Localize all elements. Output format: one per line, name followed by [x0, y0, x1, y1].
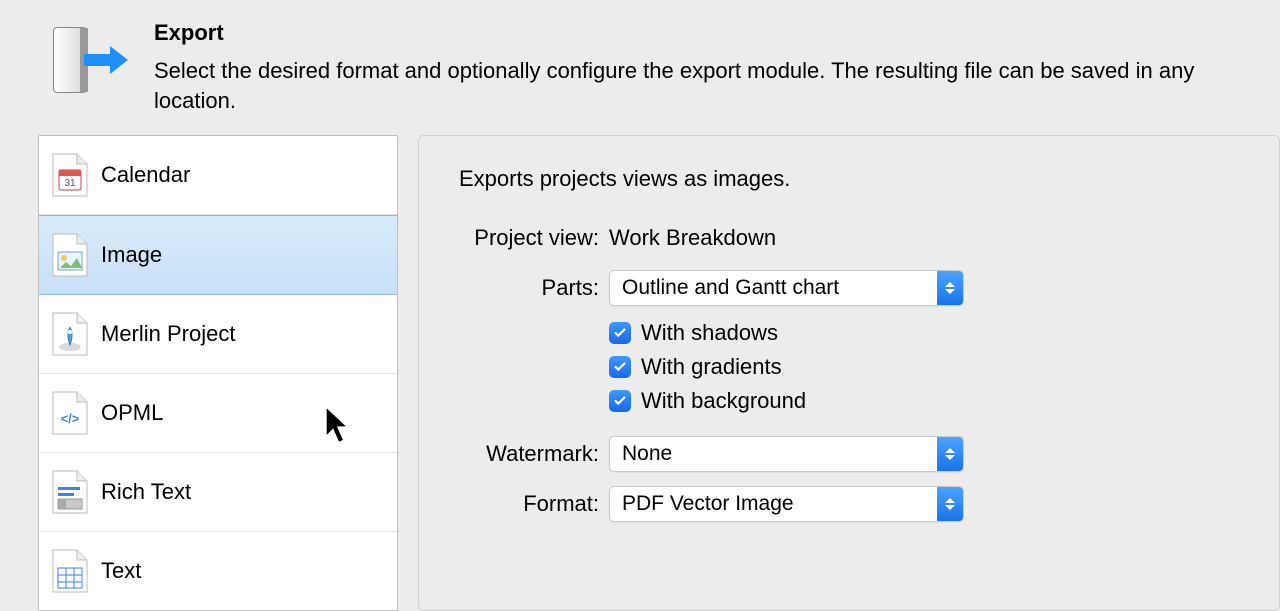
parts-label: Parts:: [459, 275, 609, 301]
sidebar-item-label: Rich Text: [101, 479, 191, 505]
export-icon: [40, 20, 130, 100]
format-list: 31 Calendar Image Merlin Project </> OPM…: [38, 135, 398, 611]
text-icon: [51, 548, 89, 594]
sidebar-item-label: Text: [101, 558, 141, 584]
sidebar-item-label: OPML: [101, 400, 163, 426]
sidebar-item-label: Calendar: [101, 162, 190, 188]
updown-icon: [937, 437, 963, 471]
sidebar-item-opml[interactable]: </> OPML: [39, 374, 397, 453]
background-label: With background: [641, 388, 806, 414]
updown-icon: [937, 487, 963, 521]
sidebar-item-image[interactable]: Image: [39, 215, 397, 295]
format-select[interactable]: PDF Vector Image: [609, 486, 964, 522]
rich-text-icon: [51, 469, 89, 515]
gradients-label: With gradients: [641, 354, 782, 380]
shadows-checkbox[interactable]: [609, 322, 631, 344]
page-title: Export: [154, 20, 1240, 46]
watermark-label: Watermark:: [459, 441, 609, 467]
project-view-label: Project view:: [459, 225, 609, 251]
background-checkbox[interactable]: [609, 390, 631, 412]
parts-select[interactable]: Outline and Gantt chart: [609, 270, 964, 306]
svg-text:31: 31: [64, 178, 76, 189]
shadows-label: With shadows: [641, 320, 778, 346]
format-label: Format:: [459, 491, 609, 517]
updown-icon: [937, 271, 963, 305]
header: Export Select the desired format and opt…: [0, 0, 1280, 135]
options-panel: Exports projects views as images. Projec…: [418, 135, 1280, 611]
opml-icon: </>: [51, 390, 89, 436]
page-description: Select the desired format and optionally…: [154, 56, 1240, 115]
gradients-checkbox[interactable]: [609, 356, 631, 378]
image-icon: [51, 232, 89, 278]
project-view-value: Work Breakdown: [609, 225, 776, 251]
sidebar-item-text[interactable]: Text: [39, 532, 397, 610]
merlin-icon: [51, 311, 89, 357]
watermark-select[interactable]: None: [609, 436, 964, 472]
calendar-icon: 31: [51, 152, 89, 198]
svg-text:</>: </>: [61, 411, 80, 426]
sidebar-item-label: Image: [101, 242, 162, 268]
sidebar-item-calendar[interactable]: 31 Calendar: [39, 136, 397, 215]
panel-description: Exports projects views as images.: [459, 166, 1239, 192]
sidebar-item-merlin-project[interactable]: Merlin Project: [39, 295, 397, 374]
sidebar-item-label: Merlin Project: [101, 321, 235, 347]
sidebar-item-rich-text[interactable]: Rich Text: [39, 453, 397, 532]
